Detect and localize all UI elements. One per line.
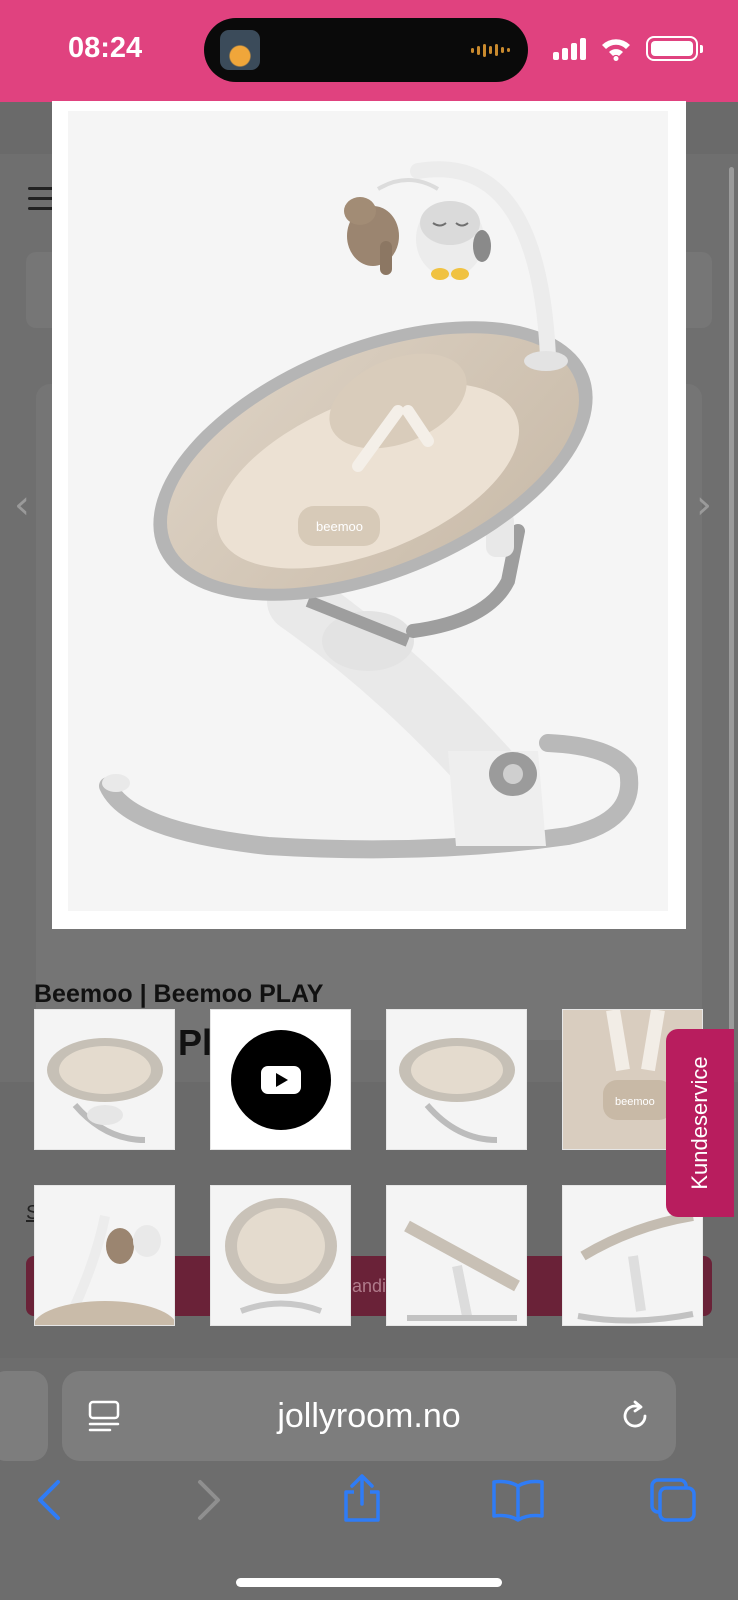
live-activity-icon (220, 30, 260, 70)
customer-service-label: Kundeservice (687, 1056, 712, 1190)
customer-service-tab[interactable]: Kundeservice (666, 1029, 734, 1217)
forward-icon[interactable] (194, 1478, 224, 1522)
status-time: 08:24 (68, 32, 143, 64)
share-icon[interactable] (340, 1472, 384, 1524)
audio-wave-icon (471, 42, 510, 58)
page-scrollbar[interactable] (729, 167, 734, 1087)
reload-icon[interactable] (618, 1399, 652, 1433)
gallery-next-icon[interactable]: › (696, 482, 712, 528)
image-lightbox[interactable]: beemoo (52, 101, 686, 929)
gallery-prev-icon[interactable]: ‹ (14, 482, 30, 528)
battery-icon (646, 36, 703, 61)
back-icon[interactable] (34, 1478, 64, 1522)
wifi-icon (602, 38, 630, 61)
baby-bouncer-main-image: beemoo (68, 111, 668, 911)
thumbnail-mobile-toys[interactable] (34, 1185, 175, 1326)
thumbnail-top-view[interactable] (210, 1185, 351, 1326)
thumbnail-bouncer-front-2[interactable] (386, 1009, 527, 1150)
browser-toolbar: jollyroom.no (0, 1358, 738, 1600)
svg-text:beemoo: beemoo (316, 519, 363, 534)
url-text[interactable]: jollyroom.no (62, 1397, 676, 1436)
menu-icon[interactable] (28, 187, 54, 217)
thumbnail-bouncer-front[interactable] (34, 1009, 175, 1150)
home-indicator[interactable] (236, 1578, 502, 1587)
dynamic-island[interactable] (204, 18, 528, 82)
previous-tab-preview[interactable] (0, 1371, 48, 1461)
status-bar: 08:24 (0, 0, 738, 102)
tabs-icon[interactable] (648, 1476, 698, 1524)
product-brand[interactable]: Beemoo | Beemoo PLAY (34, 980, 323, 1009)
thumbnail-product-video[interactable] (210, 1009, 351, 1150)
cellular-signal-icon (553, 37, 586, 60)
video-play-icon (231, 1030, 331, 1130)
bookmarks-icon[interactable] (490, 1478, 546, 1522)
svg-text:beemoo: beemoo (615, 1096, 655, 1108)
thumbnail-side-recline[interactable] (386, 1185, 527, 1326)
address-bar[interactable]: jollyroom.no (62, 1371, 676, 1461)
